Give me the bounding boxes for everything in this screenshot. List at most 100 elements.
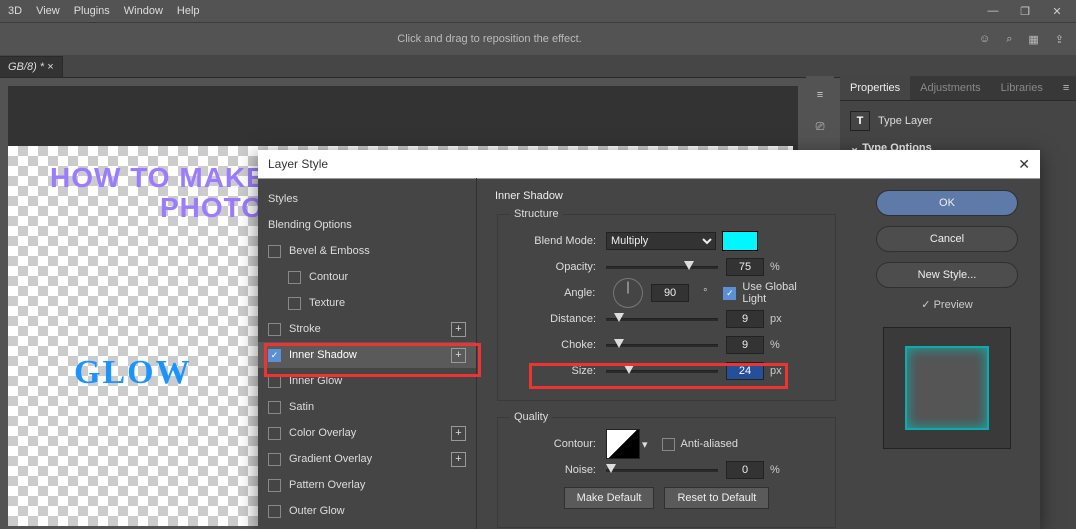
cancel-button[interactable]: Cancel: [876, 226, 1018, 252]
canvas-text-line1: HOW TO MAKE: [50, 162, 266, 194]
size-slider[interactable]: [606, 366, 718, 376]
window-controls: — ❐ ✕: [982, 3, 1068, 19]
opacity-unit: %: [770, 261, 780, 273]
close-window-button[interactable]: ✕: [1046, 3, 1068, 19]
dialog-close-icon[interactable]: ✕: [1018, 156, 1030, 173]
profile-icon[interactable]: ☺: [979, 33, 990, 46]
search-icon[interactable]: ⌕: [1006, 33, 1012, 46]
ok-button[interactable]: OK: [876, 190, 1018, 216]
size-unit: px: [770, 365, 782, 377]
add-effect-icon[interactable]: +: [451, 452, 466, 467]
opacity-input[interactable]: [726, 258, 764, 276]
noise-unit: %: [770, 464, 780, 476]
choke-unit: %: [770, 339, 780, 351]
add-effect-icon[interactable]: +: [451, 426, 466, 441]
blending-options-row[interactable]: Blending Options: [258, 212, 476, 238]
share-icon[interactable]: ⇪: [1055, 33, 1064, 46]
row-label: Bevel & Emboss: [289, 245, 370, 257]
checkbox[interactable]: [268, 323, 281, 336]
opacity-slider[interactable]: [606, 262, 718, 272]
menu-help[interactable]: Help: [177, 5, 200, 17]
use-global-light-checkbox[interactable]: ✓: [723, 287, 736, 300]
add-effect-icon[interactable]: +: [451, 348, 466, 363]
angle-unit: °: [703, 287, 707, 299]
row-label: Pattern Overlay: [289, 479, 365, 491]
size-input[interactable]: [726, 362, 764, 380]
distance-input[interactable]: [726, 310, 764, 328]
noise-input[interactable]: [726, 461, 764, 479]
document-tab[interactable]: GB/8) * ×: [0, 56, 63, 77]
row-label: Stroke: [289, 323, 321, 335]
menu-plugins[interactable]: Plugins: [74, 5, 110, 17]
slider-icon[interactable]: ⎚: [811, 118, 829, 136]
texture-row[interactable]: Texture: [258, 290, 476, 316]
make-default-button[interactable]: Make Default: [564, 487, 655, 509]
checkbox[interactable]: [268, 453, 281, 466]
gradient-overlay-row[interactable]: Gradient Overlay +: [258, 446, 476, 472]
styles-list: Styles Blending Options Bevel & Emboss C…: [258, 178, 477, 529]
checkbox[interactable]: [268, 401, 281, 414]
checkbox[interactable]: ✓: [268, 349, 281, 362]
close-tab-icon[interactable]: ×: [47, 61, 53, 73]
tab-properties[interactable]: Properties: [840, 76, 910, 100]
angle-dial[interactable]: [613, 278, 643, 308]
quality-legend: Quality: [510, 411, 552, 423]
blend-mode-select[interactable]: Multiply: [606, 232, 716, 250]
checkbox[interactable]: [288, 271, 301, 284]
stroke-row[interactable]: Stroke +: [258, 316, 476, 342]
contour-row[interactable]: Contour: [258, 264, 476, 290]
noise-slider[interactable]: [606, 465, 718, 475]
row-label: Outer Glow: [289, 505, 345, 517]
checkbox[interactable]: [288, 297, 301, 310]
choke-label: Choke:: [510, 339, 596, 351]
antialias-checkbox[interactable]: [662, 438, 675, 451]
styles-header[interactable]: Styles: [258, 186, 476, 212]
bevel-emboss-row[interactable]: Bevel & Emboss: [258, 238, 476, 264]
choke-slider[interactable]: [606, 340, 718, 350]
menu-3d[interactable]: 3D: [8, 5, 22, 17]
tab-libraries[interactable]: Libraries: [991, 76, 1053, 100]
color-overlay-row[interactable]: Color Overlay+: [258, 420, 476, 446]
menu-view[interactable]: View: [36, 5, 60, 17]
tab-adjustments[interactable]: Adjustments: [910, 76, 991, 100]
checkbox[interactable]: [268, 505, 281, 518]
preview-toggle[interactable]: ✓ Preview: [921, 298, 972, 311]
inner-glow-row[interactable]: Inner Glow: [258, 368, 476, 394]
noise-label: Noise:: [510, 464, 596, 476]
align-icon[interactable]: ≡: [811, 86, 829, 104]
document-tabs: GB/8) * ×: [0, 55, 1076, 78]
antialias-label: Anti-aliased: [681, 438, 738, 450]
checkbox[interactable]: [268, 427, 281, 440]
new-style-button[interactable]: New Style...: [876, 262, 1018, 288]
settings-title: Inner Shadow: [495, 190, 838, 202]
dialog-titlebar[interactable]: Layer Style ✕: [258, 150, 1040, 179]
distance-unit: px: [770, 313, 782, 325]
add-effect-icon[interactable]: +: [451, 322, 466, 337]
pattern-overlay-row[interactable]: Pattern Overlay: [258, 472, 476, 498]
settings-pane: Inner Shadow Structure Blend Mode: Multi…: [477, 178, 854, 529]
chevron-down-icon[interactable]: ▾: [642, 438, 648, 451]
distance-slider[interactable]: [606, 314, 718, 324]
panel-menu-icon[interactable]: ≡: [1053, 76, 1076, 100]
angle-input[interactable]: [651, 284, 689, 302]
reset-default-button[interactable]: Reset to Default: [664, 487, 769, 509]
shadow-color-swatch[interactable]: [722, 231, 758, 251]
row-label: Blending Options: [268, 219, 352, 231]
choke-input[interactable]: [726, 336, 764, 354]
contour-picker[interactable]: [606, 429, 640, 459]
menu-window[interactable]: Window: [124, 5, 163, 17]
restore-button[interactable]: ❐: [1014, 3, 1036, 19]
outer-glow-row[interactable]: Outer Glow: [258, 498, 476, 524]
dialog-sidebar: OK Cancel New Style... ✓ Preview: [854, 178, 1040, 529]
minimize-button[interactable]: —: [982, 3, 1004, 19]
checkbox[interactable]: [268, 245, 281, 258]
dialog-title: Layer Style: [268, 157, 328, 171]
options-bar: Click and drag to reposition the effect.…: [0, 22, 1076, 55]
grid-icon[interactable]: ▦: [1028, 33, 1038, 46]
preview-checkbox[interactable]: ✓: [921, 299, 930, 311]
row-label: Gradient Overlay: [289, 453, 372, 465]
checkbox[interactable]: [268, 375, 281, 388]
checkbox[interactable]: [268, 479, 281, 492]
inner-shadow-row[interactable]: ✓Inner Shadow+: [258, 342, 476, 368]
satin-row[interactable]: Satin: [258, 394, 476, 420]
